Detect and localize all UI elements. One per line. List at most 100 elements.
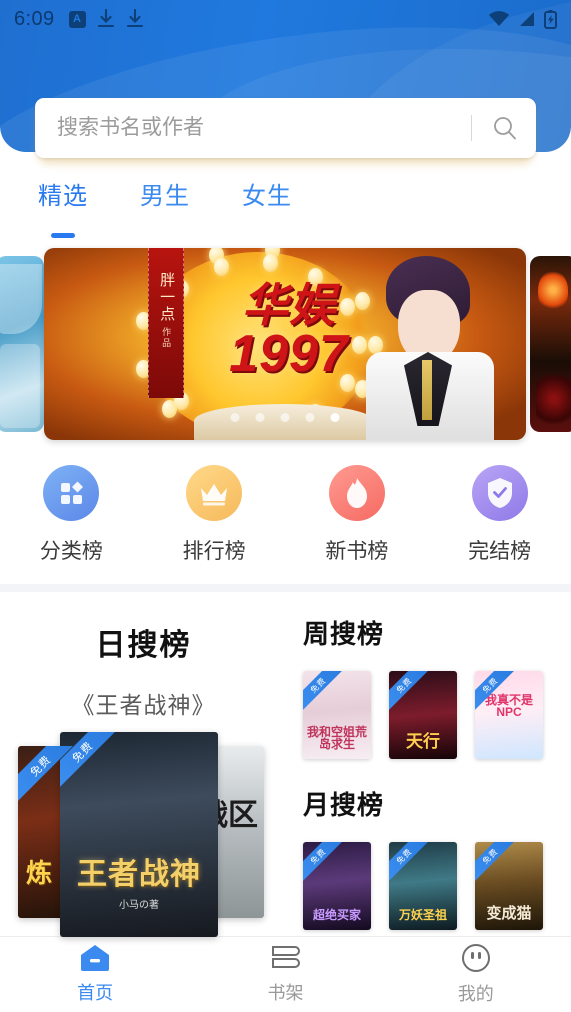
free-badge-icon: 免费 <box>389 842 429 882</box>
quick-nav-row: 分类榜 排行榜 新书榜 完结榜 <box>0 465 571 580</box>
marquee-bulb <box>262 253 278 272</box>
banner-author-name: 胖一点 <box>158 272 176 323</box>
shield-check-icon <box>471 465 528 521</box>
wifi-icon <box>489 10 509 26</box>
monthly-rank-books: 免费 超绝买家 免费 万妖圣祖 免费 变成猫 <box>303 842 571 930</box>
quicknav-item-newbooks[interactable]: 新书榜 <box>286 465 429 580</box>
banner-carousel: 胖一点 作品 华娱 1997 <box>0 248 571 440</box>
book-cover[interactable]: 免费 超绝买家 <box>303 842 371 930</box>
banner-preview-left[interactable] <box>0 256 44 432</box>
banner-author-suffix: 作品 <box>161 327 172 349</box>
carousel-dot[interactable] <box>280 413 290 422</box>
free-badge-label: 免费 <box>303 671 343 711</box>
search-bar-container <box>35 98 536 164</box>
banner-slide-active[interactable]: 胖一点 作品 华娱 1997 <box>44 248 526 440</box>
free-badge-label: 免费 <box>389 842 429 882</box>
grid-icon <box>43 465 100 521</box>
free-badge-icon: 免费 <box>389 671 429 711</box>
carousel-dot[interactable] <box>255 413 265 422</box>
book-cover-title: 王者战神 <box>77 858 201 891</box>
nav-label-bookshelf: 书架 <box>267 983 304 1003</box>
search-input[interactable] <box>57 116 463 140</box>
search-bar[interactable] <box>35 98 536 158</box>
free-badge-label: 免费 <box>475 842 515 882</box>
carousel-dot[interactable] <box>305 413 315 422</box>
tab-featured[interactable]: 精选 <box>22 172 104 228</box>
free-badge-label: 免费 <box>475 671 515 711</box>
book-cover[interactable]: 免费 我和空姐荒岛求生 <box>303 671 371 759</box>
daily-rank-panel: 日搜榜 《王者战神》 免费 炼 战区 免费 王者战神 小马の著 <box>0 592 287 937</box>
book-cover-title: 天行 <box>406 732 440 752</box>
carousel-dot[interactable] <box>230 413 240 422</box>
tab-male[interactable]: 男生 <box>124 172 206 228</box>
free-badge-icon: 免费 <box>18 746 76 804</box>
marquee-bulb <box>214 258 230 277</box>
quicknav-label: 新书榜 <box>325 540 389 563</box>
battery-icon <box>544 9 557 29</box>
side-rank-panel: 周搜榜 免费 我和空姐荒岛求生 免费 天行 免费 我真不是NPC 月搜榜 免费 … <box>287 592 571 937</box>
download-icon <box>126 9 143 28</box>
book-cover-title: 万妖圣祖 <box>398 908 447 923</box>
nav-item-bookshelf[interactable]: 书架 <box>190 937 380 1012</box>
stage-platform <box>194 404 374 440</box>
free-badge-icon: 免费 <box>475 842 515 882</box>
search-divider <box>471 115 472 141</box>
download-icon <box>97 9 114 28</box>
monthly-rank-title: 月搜榜 <box>303 790 385 820</box>
daily-rank-subtitle: 《王者战神》 <box>71 692 216 718</box>
carousel-dots <box>230 413 340 422</box>
free-badge-label: 免费 <box>18 746 76 802</box>
book-cover[interactable]: 免费 天行 <box>389 671 457 759</box>
status-bar-system-icons <box>488 9 557 29</box>
free-badge-label: 免费 <box>303 842 343 882</box>
section-divider <box>0 584 571 592</box>
flame-decoration <box>536 374 571 424</box>
book-cover[interactable]: 免费 变成猫 <box>475 842 543 930</box>
status-bar: 6:09 A <box>0 0 571 38</box>
carousel-dot-active[interactable] <box>330 413 340 422</box>
book-cover-title: 炼 <box>26 858 53 888</box>
nav-label-home: 首页 <box>77 983 114 1003</box>
weekly-rank-books: 免费 我和空姐荒岛求生 免费 天行 免费 我真不是NPC <box>303 671 571 759</box>
pagoda-decoration <box>0 264 42 334</box>
book-cover-title: 变成猫 <box>486 905 532 923</box>
quicknav-item-ranking[interactable]: 排行榜 <box>143 465 286 580</box>
banner-title-main: 华娱 <box>242 279 336 331</box>
book-cover-title: 超绝买家 <box>312 908 361 923</box>
search-icon[interactable] <box>490 113 520 143</box>
status-bar-notification-icons: A <box>68 9 144 29</box>
pagoda-decoration <box>0 344 40 428</box>
free-badge-icon: 免费 <box>303 671 343 711</box>
banner-preview-right[interactable] <box>530 256 571 432</box>
profile-icon <box>461 944 490 972</box>
weekly-rank-title: 周搜榜 <box>303 619 385 649</box>
app-badge-icon: A <box>68 10 86 28</box>
app-root: 6:09 A 搜索书名或作者 精选 男生 女生 胖一点 作品 华娱 1997 分… <box>0 0 571 1012</box>
category-tabs: 精选 男生 女生 <box>0 172 571 228</box>
free-badge-label: 免费 <box>389 671 429 711</box>
nav-item-home[interactable]: 首页 <box>0 937 190 1012</box>
quicknav-label: 完结榜 <box>468 540 532 563</box>
daily-rank-title: 日搜榜 <box>95 629 192 662</box>
flame-icon <box>328 465 385 521</box>
nav-label-profile: 我的 <box>457 984 494 1004</box>
free-badge-icon: 免费 <box>303 842 343 882</box>
quicknav-item-completed[interactable]: 完结榜 <box>428 465 571 580</box>
book-cover[interactable]: 免费 我真不是NPC <box>475 671 543 759</box>
quicknav-label: 分类榜 <box>39 540 103 563</box>
quicknav-item-category[interactable]: 分类榜 <box>0 465 143 580</box>
book-cover-featured[interactable]: 免费 王者战神 小马の著 <box>60 732 218 937</box>
flame-decoration <box>538 270 568 310</box>
bookshelf-icon <box>272 946 301 968</box>
status-bar-clock: 6:09 <box>14 7 55 30</box>
home-icon <box>81 945 110 971</box>
rank-panels: 日搜榜 《王者战神》 免费 炼 战区 免费 王者战神 小马の著 周搜榜 免费 我… <box>0 592 571 937</box>
nav-item-profile[interactable]: 我的 <box>381 937 571 1012</box>
crown-icon <box>186 465 243 521</box>
banner-author-strip: 胖一点 作品 <box>148 248 184 398</box>
book-cover-author: 小马の著 <box>119 900 159 911</box>
free-badge-icon: 免费 <box>475 671 515 711</box>
tab-female[interactable]: 女生 <box>226 172 308 228</box>
book-cover[interactable]: 免费 万妖圣祖 <box>389 842 457 930</box>
daily-rank-cover-stack: 免费 炼 战区 免费 王者战神 小马の著 <box>0 732 287 937</box>
